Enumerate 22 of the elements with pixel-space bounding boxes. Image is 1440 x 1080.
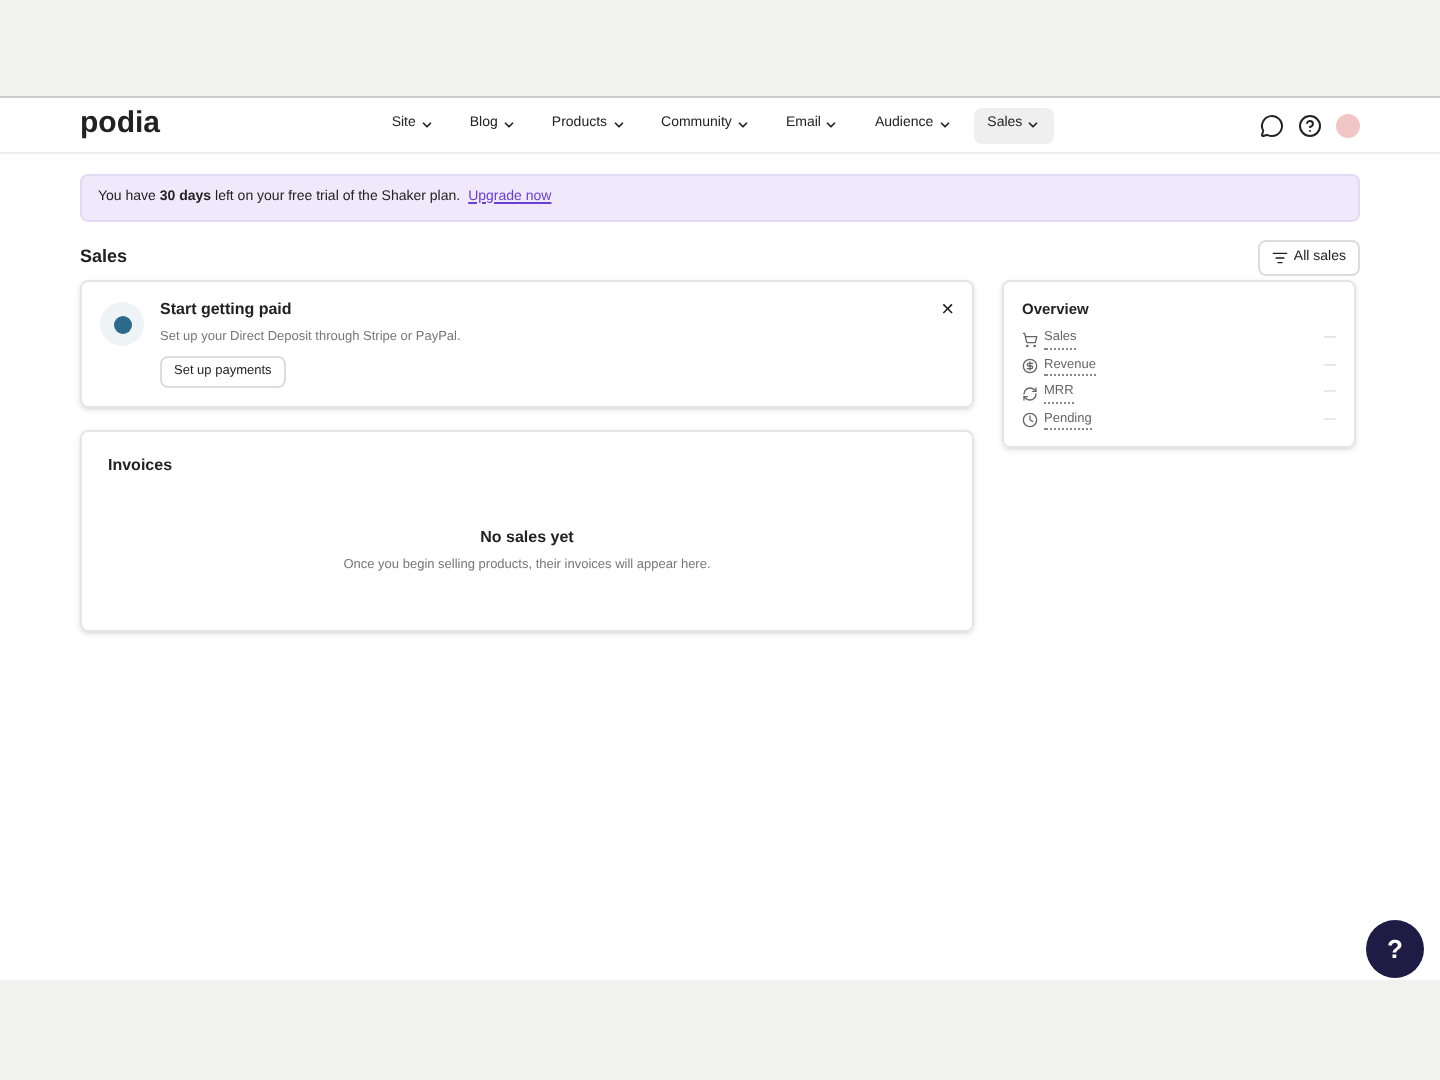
caret-icon bbox=[824, 118, 839, 132]
logo[interactable]: podia bbox=[80, 102, 380, 148]
caret-icon bbox=[501, 118, 516, 132]
cart-icon bbox=[1022, 331, 1038, 347]
chat-icon[interactable] bbox=[1260, 113, 1284, 137]
caret-icon bbox=[419, 118, 434, 132]
close-button[interactable]: × bbox=[941, 298, 954, 322]
invoices-title: Invoices bbox=[108, 454, 175, 478]
card-title: Start getting paid bbox=[160, 298, 292, 322]
dollar-icon bbox=[1022, 358, 1038, 374]
help-icon[interactable] bbox=[1298, 113, 1322, 137]
refresh-icon bbox=[1022, 385, 1038, 401]
help-button[interactable]: ? bbox=[1366, 920, 1424, 978]
filter-icon bbox=[1271, 250, 1288, 266]
clock-icon bbox=[1022, 412, 1038, 428]
caret-icon bbox=[735, 118, 750, 132]
payment-icon bbox=[100, 302, 144, 346]
page-title: Sales bbox=[80, 244, 128, 271]
empty-title: No sales yet bbox=[480, 526, 574, 550]
caret-icon bbox=[937, 118, 952, 132]
caret-icon bbox=[611, 118, 626, 132]
caret-icon bbox=[1026, 118, 1041, 132]
